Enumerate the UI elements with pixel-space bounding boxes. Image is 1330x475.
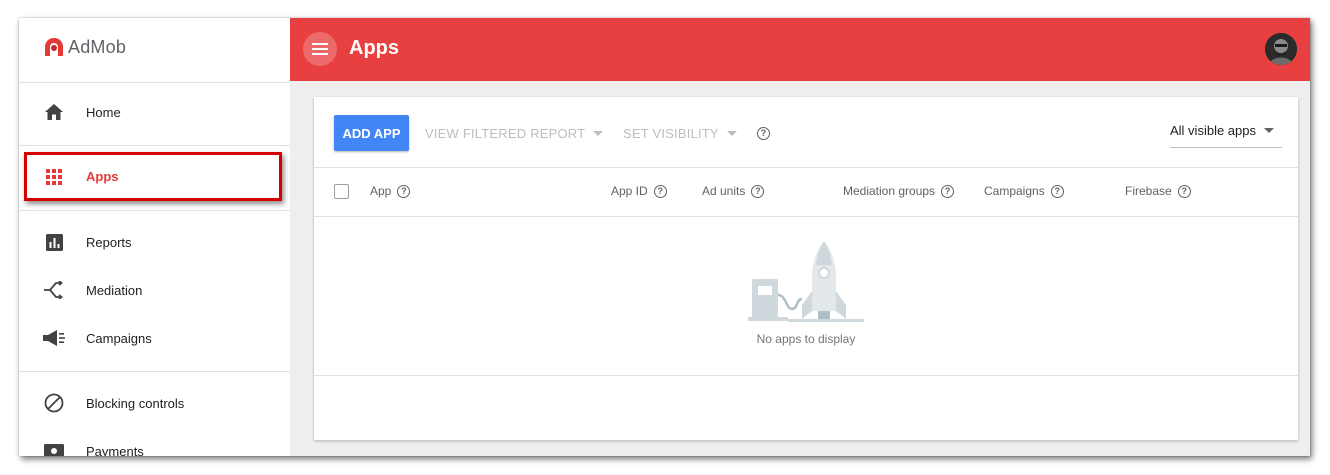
brand-name: AdMob — [68, 36, 127, 57]
payments-icon — [43, 440, 65, 456]
sidebar: AdMob Home Apps Reports Mediation Campai… — [19, 18, 290, 456]
sidebar-item-blocking-controls[interactable]: Blocking controls — [19, 383, 290, 423]
sidebar-item-label: Campaigns — [86, 330, 152, 346]
column-header-app-id[interactable]: App ID ? — [611, 184, 667, 198]
sidebar-divider — [19, 371, 290, 372]
help-icon[interactable]: ? — [757, 127, 770, 140]
top-app-bar: Apps — [290, 18, 1310, 81]
help-icon[interactable]: ? — [751, 184, 765, 198]
sidebar-item-apps[interactable]: Apps — [24, 152, 282, 201]
column-header-mediation-groups[interactable]: Mediation groups ? — [843, 184, 955, 198]
column-label: Ad units — [702, 184, 746, 198]
home-icon — [43, 101, 65, 123]
sidebar-item-label: Blocking controls — [86, 395, 185, 411]
rocket-launch-illustration — [748, 241, 864, 322]
help-icon[interactable]: ? — [1050, 184, 1064, 198]
table-divider — [314, 375, 1298, 376]
table-header-row: App ? App ID ? Ad units ? Mediation grou… — [314, 168, 1298, 216]
column-header-campaigns[interactable]: Campaigns ? — [984, 184, 1064, 198]
apps-grid-icon — [43, 166, 65, 188]
column-label: Mediation groups — [843, 184, 936, 198]
column-label: Firebase — [1125, 184, 1172, 198]
admob-logo[interactable]: AdMob — [42, 36, 126, 58]
apps-card: ADD APP VIEW FILTERED REPORT SET VISIBIL… — [314, 97, 1298, 440]
admob-window: AdMob Home Apps Reports Mediation Campai… — [19, 18, 1310, 456]
set-visibility-label: SET VISIBILITY — [623, 126, 719, 141]
empty-state: No apps to display — [314, 217, 1298, 373]
sidebar-item-label: Payments — [86, 443, 144, 457]
hamburger-menu-icon — [312, 43, 328, 55]
visibility-filter-select[interactable]: All visible apps — [1170, 123, 1282, 148]
campaigns-icon — [43, 327, 65, 349]
chevron-down-icon — [726, 131, 737, 136]
column-header-app[interactable]: App ? — [370, 184, 411, 198]
empty-state-message: No apps to display — [756, 332, 856, 346]
sidebar-item-label: Reports — [86, 234, 132, 250]
sidebar-divider — [19, 82, 290, 83]
blocking-icon — [43, 392, 65, 414]
column-header-firebase[interactable]: Firebase ? — [1125, 184, 1191, 198]
menu-button[interactable] — [303, 32, 337, 66]
help-icon[interactable]: ? — [653, 184, 667, 198]
sidebar-divider — [19, 145, 290, 146]
sidebar-item-label: Apps — [86, 169, 119, 184]
account-avatar[interactable] — [1265, 33, 1297, 65]
sidebar-item-label: Home — [86, 104, 121, 120]
add-app-button[interactable]: ADD APP — [334, 115, 409, 151]
admob-logo-icon — [45, 38, 63, 56]
mediation-icon — [43, 279, 65, 301]
help-icon[interactable]: ? — [1177, 184, 1191, 198]
column-label: Campaigns — [984, 184, 1045, 198]
apps-toolbar: ADD APP VIEW FILTERED REPORT SET VISIBIL… — [314, 97, 1298, 167]
sidebar-item-mediation[interactable]: Mediation — [19, 270, 290, 310]
chevron-down-icon — [593, 131, 604, 136]
help-icon[interactable]: ? — [397, 184, 411, 198]
column-label: App ID — [611, 184, 648, 198]
set-visibility-button[interactable]: SET VISIBILITY — [623, 126, 737, 141]
sidebar-item-home[interactable]: Home — [19, 92, 290, 132]
sidebar-item-campaigns[interactable]: Campaigns — [19, 318, 290, 358]
column-label: App — [370, 184, 392, 198]
visibility-filter-value: All visible apps — [1170, 123, 1256, 138]
sidebar-item-reports[interactable]: Reports — [19, 222, 290, 262]
view-filtered-report-label: VIEW FILTERED REPORT — [425, 126, 586, 141]
page-title: Apps — [349, 37, 399, 59]
sidebar-item-label: Mediation — [86, 282, 143, 298]
reports-icon — [43, 231, 65, 253]
view-filtered-report-button[interactable]: VIEW FILTERED REPORT — [425, 126, 604, 141]
select-all-checkbox[interactable] — [334, 184, 349, 199]
help-icon[interactable]: ? — [941, 184, 955, 198]
chevron-down-icon — [1264, 128, 1274, 133]
sidebar-divider — [19, 210, 290, 211]
column-header-ad-units[interactable]: Ad units ? — [702, 184, 765, 198]
sidebar-item-payments[interactable]: Payments — [19, 431, 290, 456]
user-avatar-icon — [1265, 33, 1297, 65]
